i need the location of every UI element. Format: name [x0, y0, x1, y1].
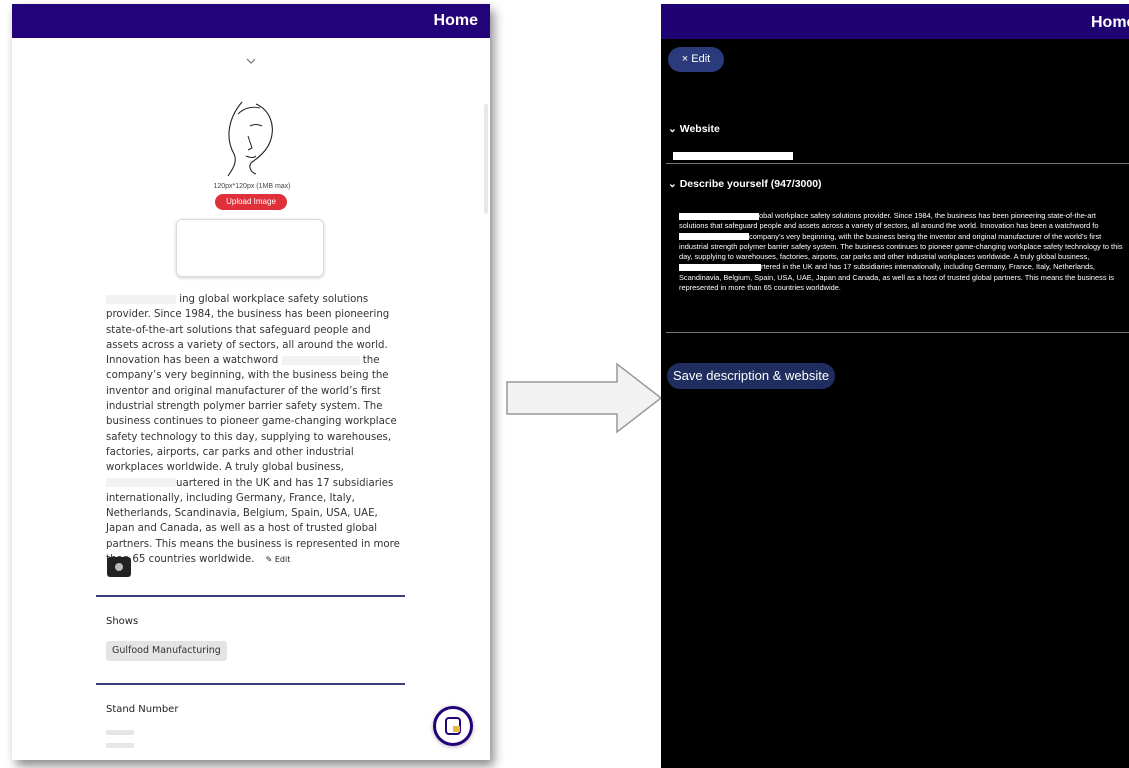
save-description-button[interactable]: Save description & website: [667, 363, 836, 389]
redacted-text: [679, 212, 759, 220]
face-line-art-image: [227, 101, 273, 177]
section-divider: [96, 683, 405, 685]
upload-image-button[interactable]: Upload Image: [215, 194, 287, 210]
redacted-text: [106, 478, 176, 488]
right-screenshot: Home × Edit ⌄ Website ⌄ Describe yoursel…: [661, 4, 1129, 768]
stand-number-placeholder: [106, 730, 134, 735]
chevron-down-icon: ⌄: [668, 123, 680, 135]
left-screenshot: Home 120px*120px (1MB max) Upload Image …: [12, 4, 490, 760]
website-section-toggle[interactable]: ⌄ Website: [668, 123, 720, 135]
image-preview-box[interactable]: [176, 219, 324, 277]
arrow-right-icon: [506, 362, 663, 434]
company-description: ing global workplace safety solutions pr…: [106, 292, 406, 567]
show-chip[interactable]: Gulfood Manufacturing: [106, 641, 227, 661]
camera-icon[interactable]: [107, 557, 131, 577]
close-edit-button[interactable]: × Edit: [668, 47, 724, 72]
section-divider: [666, 332, 1129, 333]
scrollbar[interactable]: [484, 104, 488, 214]
describe-section-toggle[interactable]: ⌄ Describe yourself (947/3000): [668, 178, 822, 190]
redacted-text: [106, 294, 176, 304]
description-part-3: uartered in the UK and has 17 subsidiari…: [106, 477, 400, 566]
section-divider: [666, 163, 1129, 164]
right-header: Home: [661, 4, 1129, 39]
chevron-down-icon: ⌄: [668, 178, 680, 190]
redacted-text: [281, 355, 360, 365]
stand-number-label: Stand Number: [106, 704, 179, 715]
shows-label: Shows: [106, 616, 139, 627]
stand-number-placeholder: [106, 743, 134, 748]
image-size-hint: 120px*120px (1MB max): [213, 183, 291, 190]
left-header: Home: [12, 4, 490, 38]
website-input-redacted[interactable]: [673, 152, 793, 160]
chevron-down-icon[interactable]: [244, 54, 258, 68]
section-divider: [96, 595, 405, 597]
home-title[interactable]: Home: [1091, 14, 1129, 32]
description-textarea[interactable]: obal workplace safety solutions provider…: [679, 211, 1125, 293]
redacted-text: [679, 233, 749, 241]
describe-label: Describe yourself (947/3000): [679, 178, 822, 190]
redacted-text: [679, 264, 761, 272]
website-label: Website: [679, 123, 720, 135]
edit-description-link[interactable]: ✎ Edit: [266, 555, 291, 564]
home-title[interactable]: Home: [434, 12, 478, 30]
app-logo-icon[interactable]: [433, 706, 473, 746]
description-part-2: the company’s very beginning, with the b…: [106, 355, 397, 474]
